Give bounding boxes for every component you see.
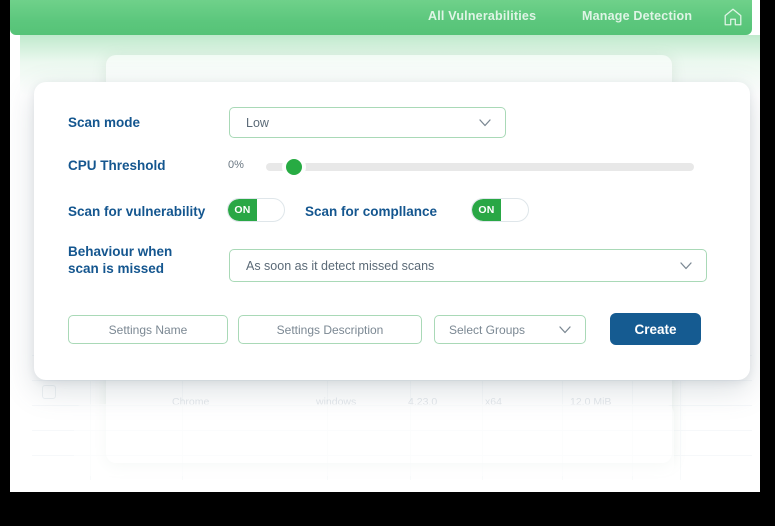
chevron-down-icon <box>479 118 491 126</box>
cpu-threshold-slider-thumb[interactable] <box>286 159 302 175</box>
cpu-threshold-slider-track[interactable] <box>266 163 694 171</box>
nav-link-all-vulnerabilities[interactable]: All Vulnerabilities <box>428 9 536 23</box>
scan-mode-label: Scan mode <box>68 115 141 130</box>
select-groups-placeholder: Select Groups <box>449 322 526 337</box>
select-groups-dropdown[interactable]: Select Groups <box>434 315 586 344</box>
toggle-on-label: ON <box>478 204 495 216</box>
scan-vulnerability-label: Scan for vulnerability <box>68 204 206 219</box>
row-checkbox[interactable] <box>42 385 56 399</box>
create-button[interactable]: Create <box>610 313 701 345</box>
toggle-on-state: ON <box>472 199 501 221</box>
app-viewport: Mozilla firefox Firefox-Setup-89 putty x… <box>10 0 760 492</box>
top-navigation-bar: All Vulnerabilities Manage Detection <box>10 0 752 35</box>
cpu-threshold-value: 0% <box>228 159 244 171</box>
chevron-down-icon <box>559 325 571 333</box>
nav-link-manage-detection[interactable]: Manage Detection <box>582 9 692 23</box>
settings-description-placeholder: Settings Description <box>276 322 384 337</box>
chevron-down-icon <box>680 261 692 269</box>
behaviour-select[interactable]: As soon as it detect missed scans <box>229 249 707 282</box>
behaviour-value: As soon as it detect missed scans <box>246 258 435 273</box>
scan-mode-select[interactable]: Low <box>229 107 506 138</box>
cpu-threshold-label: CPU Threshold <box>68 158 166 173</box>
settings-name-placeholder: Settings Name <box>108 322 188 337</box>
toggle-on-state: ON <box>228 199 257 221</box>
settings-description-input[interactable]: Settings Description <box>238 315 422 344</box>
scan-vulnerability-toggle[interactable]: ON <box>227 198 285 222</box>
scan-compliance-toggle[interactable]: ON <box>471 198 529 222</box>
scan-compliance-label: Scan for compllance <box>305 204 438 219</box>
scan-settings-modal: Scan mode Low CPU Threshold 0% Scan for … <box>34 82 750 380</box>
home-icon[interactable] <box>722 6 744 28</box>
screen: Mozilla firefox Firefox-Setup-89 putty x… <box>0 0 775 526</box>
settings-name-input[interactable]: Settings Name <box>68 315 228 344</box>
toggle-on-label: ON <box>234 204 251 216</box>
bottom-panel <box>74 404 674 476</box>
scan-mode-value: Low <box>246 115 269 130</box>
behaviour-label: Behaviour when scan is missed <box>68 244 173 276</box>
create-button-label: Create <box>634 321 677 337</box>
